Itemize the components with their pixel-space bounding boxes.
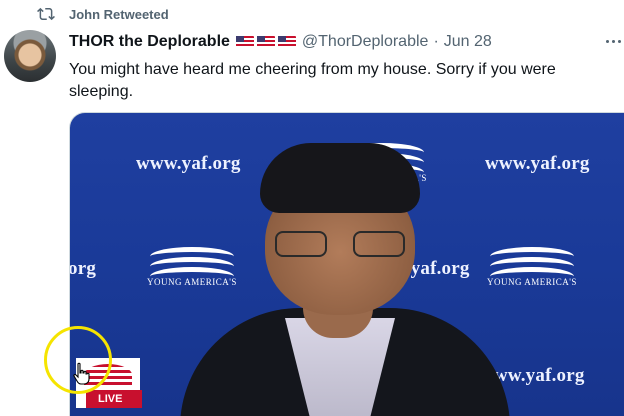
yaf-logo-text: YOUNG AMERICA'S — [487, 277, 577, 287]
retweet-icon — [37, 7, 55, 21]
watermark-url: www.yaf.org — [485, 153, 590, 174]
live-label: LIVE — [86, 390, 142, 408]
us-flag-icon — [235, 36, 254, 48]
author-avatar[interactable] — [4, 30, 56, 82]
tweet-video[interactable]: www.yaf.org www.yaf.org www.yaf.org www.… — [69, 112, 624, 416]
speaker-hair — [260, 143, 420, 213]
us-flag-icon — [277, 36, 296, 48]
retweet-label[interactable]: John Retweeted — [69, 7, 169, 22]
tweet-date[interactable]: Jun 28 — [444, 33, 492, 51]
tweet-text: You might have heard me cheering from my… — [69, 61, 556, 100]
flag-emojis — [235, 36, 296, 48]
tweet-header: THOR the Deplorable @ThorDeplorable · Ju… — [69, 33, 492, 51]
watermark-partial: org — [69, 258, 97, 279]
us-flag-icon — [256, 36, 275, 48]
yaf-logo-text: YOUNG AMERICA'S — [147, 277, 237, 287]
glasses-icon — [275, 231, 405, 257]
more-options-icon[interactable] — [604, 32, 622, 50]
author-display-name[interactable]: THOR the Deplorable — [69, 33, 230, 51]
header-separator: · — [433, 33, 439, 50]
retweet-context[interactable]: John Retweeted — [36, 5, 169, 23]
hand-cursor-icon — [73, 362, 90, 385]
author-handle[interactable]: @ThorDeplorable — [302, 33, 429, 51]
yaf-logo: YOUNG AMERICA'S — [482, 241, 582, 293]
yaf-logo: YOUNG AMERICA'S — [142, 241, 242, 293]
watermark-url: www.yaf.org — [136, 153, 241, 174]
